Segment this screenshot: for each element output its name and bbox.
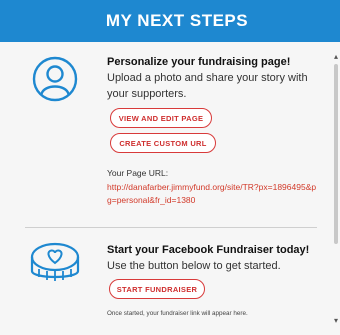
page-url-link[interactable]: http://danafarber.jimmyfund.org/site/TR?… (107, 181, 317, 207)
step2-body: Use the button below to get started. (107, 260, 281, 272)
section-divider (25, 227, 317, 228)
fundraiser-link-note: Once started, your fundraiser link will … (107, 310, 248, 317)
step1-heading: Personalize your fundraising page! (107, 56, 291, 68)
step2-description: Start your Facebook Fundraiser today! Us… (107, 242, 322, 274)
view-edit-page-button[interactable]: VIEW AND EDIT PAGE (110, 108, 212, 128)
page-url-label: Your Page URL: (107, 168, 169, 178)
create-custom-url-button[interactable]: CREATE CUSTOM URL (110, 133, 216, 153)
panel-scrollbar[interactable]: ▴ ▾ (332, 42, 340, 335)
scroll-down-arrow-icon[interactable]: ▾ (333, 317, 339, 325)
step1-body: Upload a photo and share your story with… (107, 72, 308, 100)
scroll-thumb[interactable] (334, 64, 338, 244)
step1-description: Personalize your fundraising page! Uploa… (107, 54, 317, 102)
header-title: MY NEXT STEPS (105, 11, 249, 30)
user-avatar-icon (32, 56, 78, 102)
donation-coin-icon (30, 242, 80, 281)
step2-heading: Start your Facebook Fundraiser today! (107, 244, 310, 256)
start-fundraiser-button[interactable]: START FUNDRAISER (109, 279, 205, 299)
steps-header: MY NEXT STEPS (0, 0, 340, 42)
scroll-up-arrow-icon[interactable]: ▴ (333, 53, 339, 61)
